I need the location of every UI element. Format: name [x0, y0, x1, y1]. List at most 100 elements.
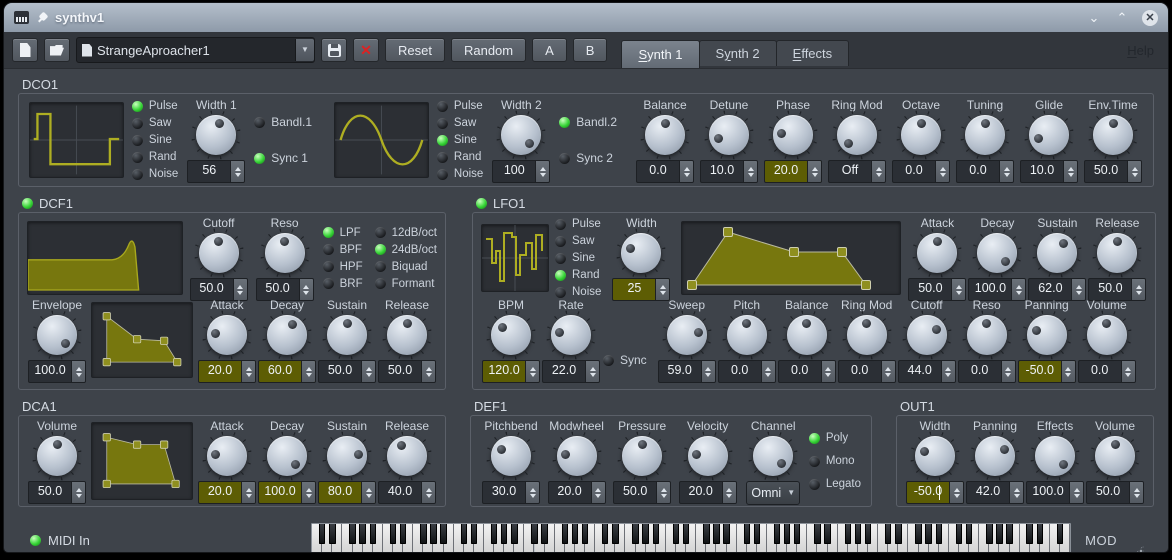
lfo1-envelope-display[interactable]: [681, 221, 901, 295]
dca1-release-knob[interactable]: [387, 436, 427, 476]
lfo1-sustain-knob[interactable]: [1037, 233, 1077, 273]
piano-key-black[interactable]: [895, 524, 901, 544]
lfo1-bpm-knob[interactable]: [491, 315, 531, 355]
spin-buttons[interactable]: [71, 482, 85, 503]
spin-up-icon[interactable]: [661, 488, 667, 492]
spin-buttons[interactable]: [421, 482, 435, 503]
spin-buttons[interactable]: [881, 361, 895, 382]
piano-key-black[interactable]: [865, 524, 871, 544]
resize-grip-icon[interactable]: [1131, 545, 1144, 552]
piano-key-black[interactable]: [925, 524, 931, 544]
radio-osc1-sine[interactable]: Sine: [132, 134, 178, 146]
piano-key-black[interactable]: [915, 524, 921, 544]
spin-down-icon[interactable]: [1134, 494, 1140, 498]
dca1-volume-knob[interactable]: [37, 436, 77, 476]
spin-down-icon[interactable]: [1068, 173, 1074, 177]
spin-down-icon[interactable]: [1132, 173, 1138, 177]
lfo1-rate-spinbox[interactable]: 22.0: [542, 360, 600, 383]
tab-synth-1[interactable]: Synth 1: [621, 40, 699, 68]
spin-up-icon[interactable]: [1132, 167, 1138, 171]
spin-down-icon[interactable]: [726, 494, 732, 498]
spin-down-icon[interactable]: [661, 494, 667, 498]
radio-osc1-rand[interactable]: Rand: [132, 151, 178, 163]
lfo1-mod-cutoff-spinbox[interactable]: 44.0: [898, 360, 956, 383]
lfo1-mod-pitch-knob[interactable]: [727, 315, 767, 355]
def1-velocity-spinbox[interactable]: 20.0: [679, 481, 737, 504]
radio-def1-mono[interactable]: Mono: [809, 455, 861, 467]
piano-key-black[interactable]: [642, 524, 648, 544]
spin-buttons[interactable]: [230, 161, 244, 182]
spin-down-icon[interactable]: [954, 494, 960, 498]
piano-key-black[interactable]: [400, 524, 406, 544]
dcf1-sustain-spinbox[interactable]: 50.0: [318, 360, 376, 383]
dco1-phase-spinbox[interactable]: 20.0: [764, 160, 822, 183]
delete-preset-button[interactable]: ✕: [353, 38, 379, 62]
combo-dropdown-icon[interactable]: ▼: [295, 39, 314, 61]
dco1-octave-knob[interactable]: [901, 115, 941, 155]
spin-down-icon[interactable]: [306, 373, 312, 377]
spin-buttons[interactable]: [999, 161, 1013, 182]
maximize-icon[interactable]: ⌃: [1114, 10, 1130, 26]
spin-down-icon[interactable]: [366, 494, 372, 498]
lfo1-decay-knob[interactable]: [977, 233, 1017, 273]
dcf1-decay-spinbox[interactable]: 60.0: [258, 360, 316, 383]
spin-buttons[interactable]: [421, 361, 435, 382]
spin-up-icon[interactable]: [1014, 488, 1020, 492]
out1-panning-knob[interactable]: [975, 436, 1015, 476]
lfo1-mod-panning-knob[interactable]: [1027, 315, 1067, 355]
dcf1-enabled-led[interactable]: [22, 198, 33, 209]
spin-down-icon[interactable]: [825, 373, 831, 377]
spin-down-icon[interactable]: [660, 291, 666, 295]
spin-down-icon[interactable]: [940, 173, 946, 177]
spin-buttons[interactable]: [761, 361, 775, 382]
dco1-balance-knob[interactable]: [645, 115, 685, 155]
spin-up-icon[interactable]: [306, 488, 312, 492]
spin-buttons[interactable]: [679, 161, 693, 182]
radio-lfo1-pulse[interactable]: Pulse: [555, 218, 601, 230]
spin-up-icon[interactable]: [684, 167, 690, 171]
piano-key-black[interactable]: [562, 524, 568, 544]
dco1-sync-2-toggle[interactable]: Sync 2: [559, 151, 617, 165]
piano-key-black[interactable]: [420, 524, 426, 544]
spin-up-icon[interactable]: [660, 285, 666, 289]
piano-key-black[interactable]: [996, 524, 1002, 544]
radio-dcf1-12db-oct[interactable]: 12dB/oct: [375, 227, 437, 239]
radio-osc1-saw[interactable]: Saw: [132, 117, 178, 129]
dco1-ring-mod-spinbox[interactable]: Off: [828, 160, 886, 183]
spin-buttons[interactable]: [821, 361, 835, 382]
lfo1-rate-knob[interactable]: [551, 315, 591, 355]
spin-down-icon[interactable]: [246, 373, 252, 377]
out1-effects-spinbox[interactable]: 100.0: [1026, 481, 1084, 504]
dco1-phase-knob[interactable]: [773, 115, 813, 155]
radio-osc2-rand[interactable]: Rand: [437, 151, 483, 163]
pin-icon[interactable]: [36, 12, 48, 24]
spin-up-icon[interactable]: [1134, 488, 1140, 492]
dcf1-envelope-spinbox[interactable]: 100.0: [28, 360, 86, 383]
lfo1-mod-volume-knob[interactable]: [1087, 315, 1127, 355]
dcf1-release-knob[interactable]: [387, 315, 427, 355]
tab-synth-2[interactable]: Synth 2: [699, 40, 777, 66]
piano-key-black[interactable]: [956, 524, 962, 544]
lfo1-attack-knob[interactable]: [917, 233, 957, 273]
spin-down-icon[interactable]: [1014, 494, 1020, 498]
radio-osc2-noise[interactable]: Noise: [437, 168, 483, 180]
spin-buttons[interactable]: [1061, 361, 1075, 382]
spin-buttons[interactable]: [656, 482, 670, 503]
piano-key-black[interactable]: [855, 524, 861, 544]
spin-down-icon[interactable]: [1004, 173, 1010, 177]
piano-key-black[interactable]: [390, 524, 396, 544]
spin-down-icon[interactable]: [945, 373, 951, 377]
open-preset-button[interactable]: [44, 38, 70, 62]
spin-up-icon[interactable]: [1004, 167, 1010, 171]
piano-key-black[interactable]: [1006, 524, 1012, 544]
spin-up-icon[interactable]: [1016, 285, 1022, 289]
radio-dcf1-brf[interactable]: BRF: [323, 278, 363, 290]
spin-up-icon[interactable]: [954, 488, 960, 492]
radio-lfo1-rand[interactable]: Rand: [555, 269, 601, 281]
spin-down-icon[interactable]: [1125, 373, 1131, 377]
out1-width-knob[interactable]: [915, 436, 955, 476]
reset-button[interactable]: Reset: [385, 38, 445, 62]
dco1-sync-1-toggle[interactable]: Sync 1: [254, 151, 312, 165]
minimize-icon[interactable]: ⌄: [1086, 10, 1102, 26]
spin-up-icon[interactable]: [945, 367, 951, 371]
